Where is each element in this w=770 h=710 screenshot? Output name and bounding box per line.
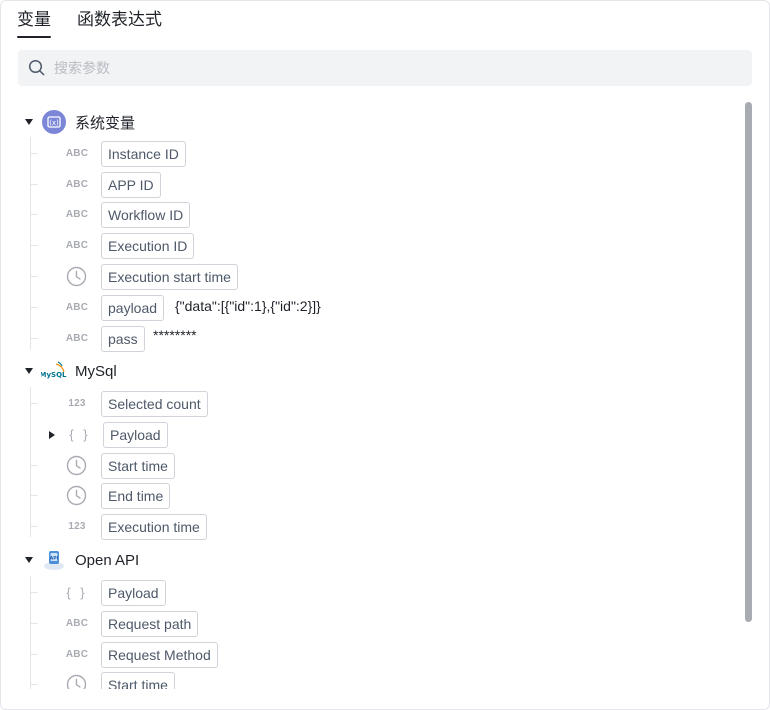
variable-chip-start-time[interactable]: Start time xyxy=(101,671,175,689)
type-string-icon: ABC xyxy=(65,209,89,220)
tab-variables[interactable]: 变量 xyxy=(17,9,51,39)
variable-row: ABC APP ID xyxy=(30,169,161,200)
variable-chip-start-time[interactable]: Start time xyxy=(101,452,175,479)
variable-panel: 变量 函数表达式 (x) 系统变量 ABC Instance xyxy=(0,0,770,710)
svg-text:API: API xyxy=(50,556,59,562)
group-header-mysql[interactable]: MySQL MySql xyxy=(25,356,117,386)
svg-text:MySQL: MySQL xyxy=(41,371,67,379)
clock-icon xyxy=(66,266,87,287)
tab-function-expressions[interactable]: 函数表达式 xyxy=(77,9,162,39)
variable-row: ABC Instance ID xyxy=(30,138,186,169)
variable-row: ABC payload {"data":[{"id":1},{"id":2}]} xyxy=(30,292,321,323)
type-string-icon: ABC xyxy=(65,302,89,313)
variable-value-masked: ******** xyxy=(153,327,197,343)
variable-row: ABC Execution ID xyxy=(30,230,195,261)
group-header-system-variables[interactable]: (x) 系统变量 xyxy=(25,107,135,137)
group-title: Open API xyxy=(75,551,140,569)
system-variable-icon: (x) xyxy=(41,109,67,135)
search-icon xyxy=(28,59,45,76)
open-api-icon: API xyxy=(41,547,67,573)
variable-chip-request-method[interactable]: Request Method xyxy=(101,641,218,668)
type-object-icon: { } xyxy=(69,427,91,442)
variable-row: 123 Selected count xyxy=(30,388,208,419)
search-box xyxy=(18,50,752,86)
variable-row: 123 Execution time xyxy=(30,511,207,542)
variable-value: {"data":[{"id":1},{"id":2}]} xyxy=(175,298,321,314)
vertical-scrollbar[interactable] xyxy=(745,102,752,622)
variable-row: Start time xyxy=(30,669,175,689)
variable-row: ABC pass ******** xyxy=(30,323,197,354)
type-number-icon: 123 xyxy=(68,521,86,532)
collapse-caret-icon[interactable] xyxy=(25,557,33,563)
variable-chip-workflow-id[interactable]: Workflow ID xyxy=(101,201,191,228)
tab-bar: 变量 函数表达式 xyxy=(17,9,162,39)
type-string-icon: ABC xyxy=(65,618,89,629)
collapse-caret-icon[interactable] xyxy=(25,119,33,125)
variable-chip-request-path[interactable]: Request path xyxy=(101,610,199,637)
variable-chip-instance-id[interactable]: Instance ID xyxy=(101,140,186,167)
mysql-logo-icon: MySQL xyxy=(41,358,67,384)
clock-icon xyxy=(66,674,87,689)
variable-chip-selected-count[interactable]: Selected count xyxy=(101,390,208,417)
type-string-icon: ABC xyxy=(65,649,89,660)
variable-row: { } Payload xyxy=(30,577,166,608)
variable-chip-execution-start-time[interactable]: Execution start time xyxy=(101,263,238,290)
variable-row: ABC Request Method xyxy=(30,639,218,670)
type-object-icon: { } xyxy=(66,585,88,600)
variable-tree: (x) 系统变量 ABC Instance ID ABC APP ID ABC … xyxy=(1,103,741,689)
variable-row: Execution start time xyxy=(30,261,238,292)
group-header-open-api[interactable]: API Open API xyxy=(25,545,139,575)
svg-text:(x): (x) xyxy=(49,119,59,127)
expand-caret-icon[interactable] xyxy=(49,430,55,439)
variable-chip-pass[interactable]: pass xyxy=(101,325,145,352)
variable-row: Start time xyxy=(30,450,175,481)
variable-row: End time xyxy=(30,480,171,511)
variable-chip-end-time[interactable]: End time xyxy=(101,482,171,509)
group-title: MySql xyxy=(75,362,117,380)
clock-icon xyxy=(66,485,87,506)
variable-chip-execution-id[interactable]: Execution ID xyxy=(101,232,195,259)
type-string-icon: ABC xyxy=(65,240,89,251)
clock-icon xyxy=(66,455,87,476)
variable-row: ABC Workflow ID xyxy=(30,199,191,230)
type-string-icon: ABC xyxy=(65,333,89,344)
variable-chip-execution-time[interactable]: Execution time xyxy=(101,513,207,540)
variable-chip-app-id[interactable]: APP ID xyxy=(101,171,161,198)
variable-row: ABC Request path xyxy=(30,608,199,639)
variable-chip-payload[interactable]: payload xyxy=(101,294,165,321)
variable-chip-payload[interactable]: Payload xyxy=(101,579,166,606)
group-title: 系统变量 xyxy=(75,114,136,132)
type-string-icon: ABC xyxy=(65,179,89,190)
variable-chip-payload[interactable]: Payload xyxy=(103,421,168,448)
collapse-caret-icon[interactable] xyxy=(25,368,33,374)
type-number-icon: 123 xyxy=(68,398,86,409)
search-input[interactable] xyxy=(54,60,734,76)
type-string-icon: ABC xyxy=(65,148,89,159)
